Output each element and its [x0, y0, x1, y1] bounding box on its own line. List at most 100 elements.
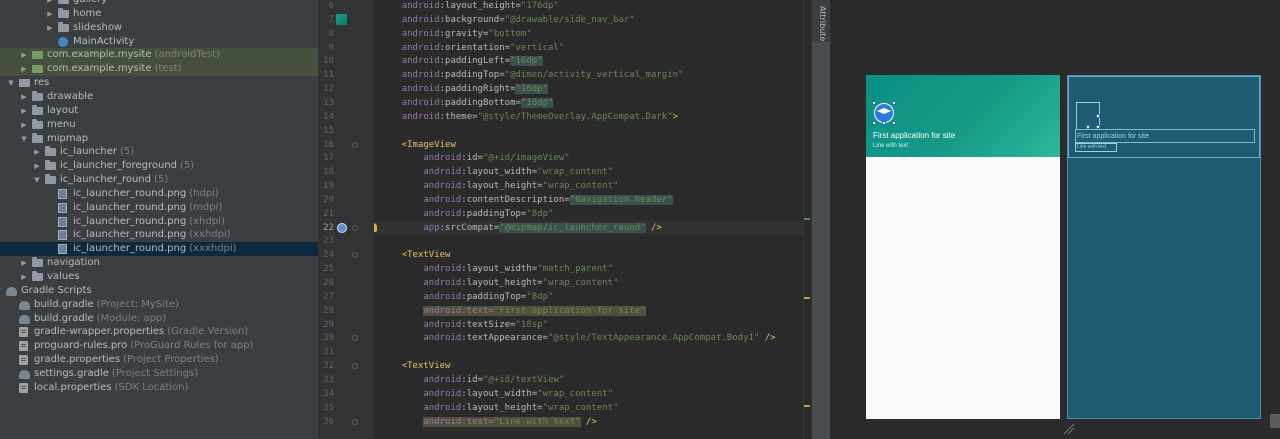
fold-marker-icon[interactable]: [352, 363, 358, 369]
code-line[interactable]: android:paddingLeft="16dp": [380, 54, 543, 68]
tree-item[interactable]: build.gradle (Project: MySite): [0, 298, 318, 312]
code-line[interactable]: android:paddingTop="8dp": [380, 207, 553, 221]
expand-arrow-icon[interactable]: ▼: [33, 173, 41, 187]
tree-item[interactable]: ▶ home: [0, 7, 318, 21]
tree-item[interactable]: ic_launcher_round.png (xhdpi): [0, 215, 318, 229]
code-line[interactable]: android:layout_height="wrap_content": [380, 276, 618, 290]
lightbulb-icon[interactable]: [374, 223, 377, 232]
code-line[interactable]: android:gravity="bottom": [380, 27, 532, 41]
blueprint-surface[interactable]: First application for site Line with tex…: [1067, 75, 1261, 419]
collapse-arrow-icon[interactable]: ▶: [20, 90, 28, 104]
code-line[interactable]: android:paddingTop="@dimen/activity_vert…: [380, 68, 684, 82]
code-line[interactable]: android:paddingBottom="16dp": [380, 96, 554, 110]
expand-arrow-icon[interactable]: ▼: [7, 76, 15, 90]
tree-item[interactable]: ▼ mipmap: [0, 132, 318, 146]
code-line[interactable]: android:text="Line with text" />: [380, 415, 597, 429]
code-line[interactable]: <ImageView: [380, 138, 456, 152]
code-line[interactable]: android:layout_width="wrap_content": [380, 165, 613, 179]
tree-item[interactable]: ▶ drawable: [0, 90, 318, 104]
collapse-arrow-icon[interactable]: ▶: [20, 48, 28, 62]
code-line[interactable]: <TextView: [380, 359, 451, 373]
tree-item[interactable]: ▶ gallery: [0, 0, 318, 7]
tree-item[interactable]: ▼ res: [0, 76, 318, 90]
collapse-arrow-icon[interactable]: ▶: [46, 21, 54, 35]
layout-preview[interactable]: First application for site Line with tex…: [830, 0, 1280, 439]
warning-marker[interactable]: [804, 297, 810, 299]
tree-item[interactable]: ic_launcher_round.png (mdpi): [0, 201, 318, 215]
fold-marker-icon[interactable]: [352, 225, 358, 231]
collapse-arrow-icon[interactable]: ▶: [46, 0, 54, 7]
preview-title[interactable]: First application for site: [873, 131, 955, 140]
tree-item[interactable]: gradle.properties (Project Properties): [0, 353, 318, 367]
tree-item[interactable]: ▶ com.example.mysite (androidTest): [0, 48, 318, 62]
tree-item[interactable]: MainActivity: [0, 35, 318, 49]
code-line[interactable]: app:srcCompat="@mipmap/ic_launcher_round…: [374, 221, 810, 235]
project-tree[interactable]: ▶ gallery ▶ home ▶ slideshow MainActivity ▶ com.…: [0, 0, 318, 439]
floating-toggle-button[interactable]: [1270, 414, 1280, 428]
fold-marker-icon[interactable]: [352, 419, 358, 425]
warning-marker[interactable]: [804, 405, 810, 407]
tree-item[interactable]: local.properties (SDK Location): [0, 381, 318, 395]
tree-item[interactable]: ▶ com.example.mysite (test): [0, 62, 318, 76]
tree-item[interactable]: ic_launcher_round.png (hdpi): [0, 187, 318, 201]
code-line[interactable]: android:paddingRight="16dp": [380, 82, 548, 96]
collapse-arrow-icon[interactable]: ▶: [20, 118, 28, 132]
collapse-arrow-icon[interactable]: ▶: [20, 256, 28, 270]
selection-handle[interactable]: [1096, 114, 1100, 118]
attributes-tab[interactable]: Attributes: [815, 4, 828, 46]
collapse-arrow-icon[interactable]: ▶: [33, 145, 41, 159]
code-line[interactable]: android:layout_height="wrap_content": [380, 401, 618, 415]
image-preview-icon[interactable]: [337, 223, 347, 233]
collapse-arrow-icon[interactable]: ▶: [33, 159, 41, 173]
collapse-arrow-icon[interactable]: ▶: [20, 62, 28, 76]
tree-item[interactable]: ▶ layout: [0, 104, 318, 118]
nav-header-preview[interactable]: First application for site Line with tex…: [866, 75, 1060, 157]
tree-item[interactable]: ▶ values: [0, 270, 318, 284]
selection-handle[interactable]: [892, 121, 896, 125]
tree-item[interactable]: ic_launcher_round.png (xxhdpi): [0, 228, 318, 242]
design-surface[interactable]: First application for site Line with tex…: [866, 75, 1060, 419]
fold-marker-icon[interactable]: [352, 335, 358, 341]
selection-handle[interactable]: [872, 101, 876, 105]
selection-handle[interactable]: [872, 121, 876, 125]
tree-item[interactable]: build.gradle (Module: app): [0, 312, 318, 326]
code-line[interactable]: android:layout_height="wrap_content": [380, 179, 618, 193]
preview-subtitle[interactable]: Line with text: [873, 143, 908, 149]
collapse-arrow-icon[interactable]: ▶: [20, 270, 28, 284]
selection-handle[interactable]: [892, 101, 896, 105]
code-line[interactable]: android:layout_height="176dp": [380, 0, 559, 13]
code-line[interactable]: android:id="@+id/imageView": [380, 151, 569, 165]
expand-arrow-icon[interactable]: ▼: [0, 284, 2, 298]
blueprint-header[interactable]: First application for site Line with tex…: [1068, 76, 1260, 158]
tree-item[interactable]: proguard-rules.pro (ProGuard Rules for ap…: [0, 339, 318, 353]
fold-marker-icon[interactable]: [352, 252, 358, 258]
code-editor[interactable]: android:layout_height="176dp" android:ba…: [374, 0, 810, 439]
selection-handle[interactable]: [882, 121, 886, 125]
tree-item[interactable]: ▼ Gradle Scripts: [0, 284, 318, 298]
tree-item[interactable]: ic_launcher_round.png (xxxhdpi): [0, 242, 318, 256]
tree-item[interactable]: gradle-wrapper.properties (Gradle Version…: [0, 325, 318, 339]
tree-item[interactable]: ▼ ic_launcher_round (5): [0, 173, 318, 187]
fold-marker-icon[interactable]: [352, 142, 358, 148]
tree-item[interactable]: settings.gradle (Project Settings): [0, 367, 318, 381]
tree-item[interactable]: ▶ slideshow: [0, 21, 318, 35]
code-line[interactable]: <TextView: [380, 248, 451, 262]
collapse-arrow-icon[interactable]: ▶: [20, 104, 28, 118]
collapse-arrow-icon[interactable]: ▶: [46, 7, 54, 21]
code-line[interactable]: android:layout_width="wrap_content": [380, 387, 613, 401]
code-line[interactable]: android:textSize="18sp": [380, 318, 548, 332]
code-line[interactable]: android:paddingTop="8dp": [380, 290, 553, 304]
code-line[interactable]: android:background="@drawable/side_nav_b…: [380, 13, 635, 27]
tree-item[interactable]: ▶ menu: [0, 118, 318, 132]
code-line[interactable]: android:textAppearance="@style/TextAppea…: [380, 331, 775, 345]
editor-scrollbar[interactable]: [804, 0, 811, 439]
code-line[interactable]: android:orientation="vertical": [380, 41, 565, 55]
resize-grip-icon[interactable]: [1063, 423, 1075, 435]
tree-item[interactable]: ▶ ic_launcher (5): [0, 145, 318, 159]
code-line[interactable]: android:layout_width="match_parent": [380, 262, 613, 276]
change-marker[interactable]: [804, 218, 810, 220]
code-line[interactable]: android:text="First application for site…: [380, 304, 646, 318]
expand-arrow-icon[interactable]: ▼: [20, 132, 28, 146]
tree-item[interactable]: ▶ navigation: [0, 256, 318, 270]
code-line[interactable]: android:id="@+id/textView": [380, 373, 564, 387]
